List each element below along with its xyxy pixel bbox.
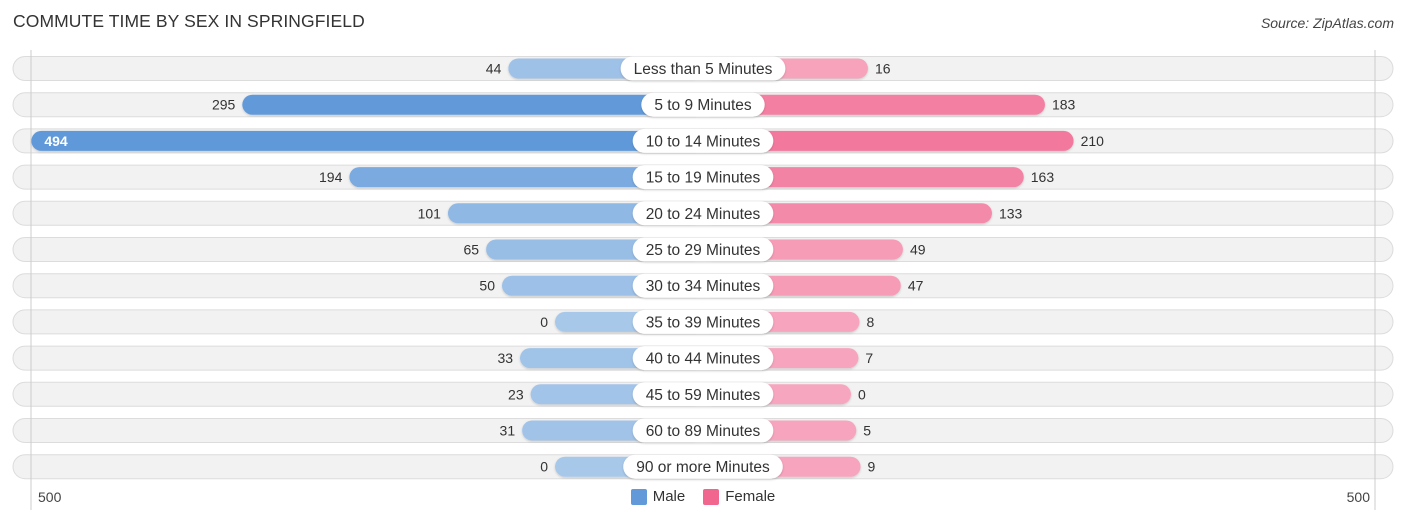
value-label-female: 49 [910, 242, 926, 258]
value-label-female: 7 [865, 350, 873, 366]
category-label: 90 or more Minutes [636, 459, 770, 476]
legend-label-male: Male [652, 488, 686, 505]
legend-swatch-female [703, 488, 720, 505]
value-label-female: 0 [858, 386, 866, 402]
value-label-female: 133 [999, 205, 1023, 221]
legend-item-female[interactable]: Female [703, 488, 775, 505]
category-label: 30 to 34 Minutes [646, 278, 761, 295]
bar-male [242, 94, 704, 115]
value-label-male: 50 [479, 278, 495, 294]
chart-canvas: 44 16 Less than 5 Minutes 295 183 5 to 9 Minu… [12, 50, 1394, 510]
value-label-male: 31 [500, 423, 516, 439]
value-label-male: 295 [212, 97, 236, 113]
category-label: 25 to 29 Minutes [646, 242, 761, 259]
legend-swatch-male [630, 488, 647, 505]
category-label: 5 to 9 Minutes [654, 97, 752, 114]
bar-male [31, 130, 704, 151]
value-label-male: 101 [418, 205, 442, 221]
legend: Male Female [0, 488, 1406, 505]
value-label-male: 44 [486, 61, 502, 77]
value-label-male: 65 [464, 242, 480, 258]
category-label: 45 to 59 Minutes [646, 387, 761, 404]
value-label-female: 16 [875, 61, 891, 77]
value-label-male: 194 [319, 169, 343, 185]
category-label: 60 to 89 Minutes [646, 423, 761, 440]
value-label-male: 33 [497, 350, 513, 366]
category-label: 10 to 14 Minutes [646, 133, 761, 150]
legend-item-male[interactable]: Male [630, 488, 686, 505]
value-label-male: 0 [540, 459, 548, 475]
value-label-female: 47 [908, 278, 924, 294]
value-label-female: 183 [1052, 97, 1076, 113]
value-label-male: 494 [44, 133, 68, 149]
value-label-female: 8 [866, 314, 874, 330]
value-label-female: 210 [1081, 133, 1105, 149]
value-label-female: 5 [863, 423, 871, 439]
value-label-male: 0 [540, 314, 548, 330]
value-label-female: 9 [868, 459, 876, 475]
category-label: 35 to 39 Minutes [646, 314, 761, 331]
legend-label-female: Female [725, 488, 776, 505]
value-label-male: 23 [508, 386, 524, 402]
category-label: 15 to 19 Minutes [646, 170, 761, 187]
category-label: 20 to 24 Minutes [646, 206, 761, 223]
value-label-female: 163 [1031, 169, 1055, 185]
category-label: Less than 5 Minutes [634, 61, 773, 78]
category-label: 40 to 44 Minutes [646, 351, 761, 368]
